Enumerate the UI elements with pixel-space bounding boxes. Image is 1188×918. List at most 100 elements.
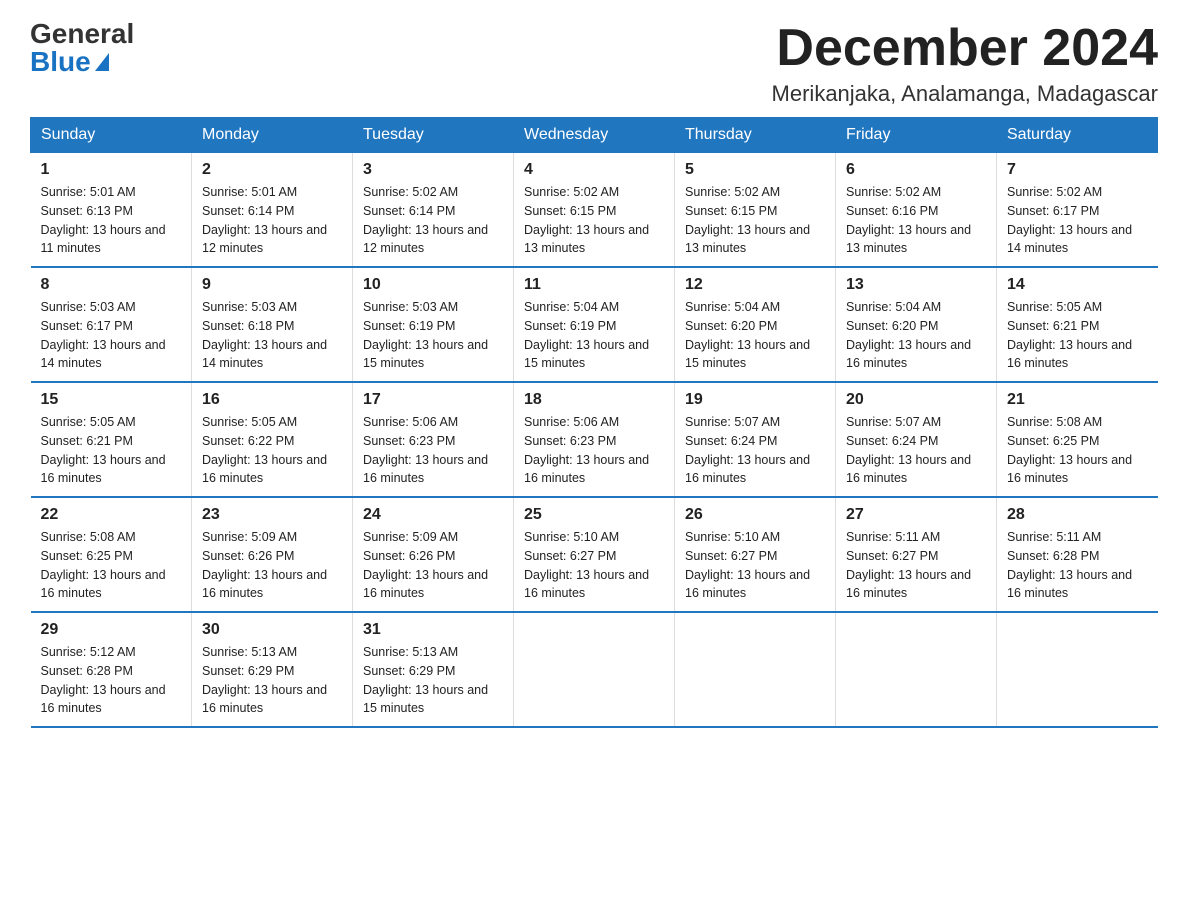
daylight-label: Daylight: 13 hours and 16 minutes (202, 683, 327, 716)
sunset-label: Sunset: 6:15 PM (685, 204, 777, 218)
sunrise-label: Sunrise: 5:02 AM (363, 185, 458, 199)
daylight-label: Daylight: 13 hours and 14 minutes (202, 338, 327, 371)
sunset-label: Sunset: 6:18 PM (202, 319, 294, 333)
sunrise-label: Sunrise: 5:03 AM (202, 300, 297, 314)
sunset-label: Sunset: 6:25 PM (41, 549, 133, 563)
day-number: 3 (363, 161, 503, 179)
week-row-2: 8 Sunrise: 5:03 AM Sunset: 6:17 PM Dayli… (31, 267, 1158, 382)
sunset-label: Sunset: 6:22 PM (202, 434, 294, 448)
sunset-label: Sunset: 6:28 PM (41, 664, 133, 678)
calendar-cell (675, 612, 836, 727)
sunset-label: Sunset: 6:24 PM (685, 434, 777, 448)
day-info: Sunrise: 5:07 AM Sunset: 6:24 PM Dayligh… (685, 413, 825, 488)
sunrise-label: Sunrise: 5:02 AM (685, 185, 780, 199)
day-info: Sunrise: 5:08 AM Sunset: 6:25 PM Dayligh… (1007, 413, 1148, 488)
sunset-label: Sunset: 6:26 PM (202, 549, 294, 563)
calendar-cell (997, 612, 1158, 727)
daylight-label: Daylight: 13 hours and 16 minutes (41, 453, 166, 486)
sunrise-label: Sunrise: 5:09 AM (202, 530, 297, 544)
sunset-label: Sunset: 6:25 PM (1007, 434, 1099, 448)
header-day-thursday: Thursday (675, 118, 836, 153)
daylight-label: Daylight: 13 hours and 16 minutes (524, 453, 649, 486)
calendar-cell: 27 Sunrise: 5:11 AM Sunset: 6:27 PM Dayl… (836, 497, 997, 612)
calendar-cell: 10 Sunrise: 5:03 AM Sunset: 6:19 PM Dayl… (353, 267, 514, 382)
week-row-4: 22 Sunrise: 5:08 AM Sunset: 6:25 PM Dayl… (31, 497, 1158, 612)
calendar-cell: 3 Sunrise: 5:02 AM Sunset: 6:14 PM Dayli… (353, 153, 514, 268)
day-number: 13 (846, 276, 986, 294)
day-info: Sunrise: 5:06 AM Sunset: 6:23 PM Dayligh… (524, 413, 664, 488)
header-day-friday: Friday (836, 118, 997, 153)
sunset-label: Sunset: 6:13 PM (41, 204, 133, 218)
day-info: Sunrise: 5:06 AM Sunset: 6:23 PM Dayligh… (363, 413, 503, 488)
sunrise-label: Sunrise: 5:12 AM (41, 645, 136, 659)
calendar-cell: 14 Sunrise: 5:05 AM Sunset: 6:21 PM Dayl… (997, 267, 1158, 382)
sunrise-label: Sunrise: 5:01 AM (202, 185, 297, 199)
logo: General Blue (30, 20, 134, 76)
calendar-cell (514, 612, 675, 727)
day-number: 4 (524, 161, 664, 179)
day-number: 17 (363, 391, 503, 409)
sunrise-label: Sunrise: 5:05 AM (41, 415, 136, 429)
day-number: 10 (363, 276, 503, 294)
sunrise-label: Sunrise: 5:02 AM (846, 185, 941, 199)
title-block: December 2024 Merikanjaka, Analamanga, M… (772, 20, 1158, 107)
header-day-sunday: Sunday (31, 118, 192, 153)
day-info: Sunrise: 5:03 AM Sunset: 6:19 PM Dayligh… (363, 298, 503, 373)
sunrise-label: Sunrise: 5:04 AM (524, 300, 619, 314)
day-number: 11 (524, 276, 664, 294)
sunrise-label: Sunrise: 5:13 AM (363, 645, 458, 659)
sunrise-label: Sunrise: 5:04 AM (846, 300, 941, 314)
calendar-cell: 19 Sunrise: 5:07 AM Sunset: 6:24 PM Dayl… (675, 382, 836, 497)
daylight-label: Daylight: 13 hours and 16 minutes (1007, 453, 1132, 486)
daylight-label: Daylight: 13 hours and 13 minutes (524, 223, 649, 256)
calendar-cell: 8 Sunrise: 5:03 AM Sunset: 6:17 PM Dayli… (31, 267, 192, 382)
sunset-label: Sunset: 6:29 PM (363, 664, 455, 678)
day-info: Sunrise: 5:03 AM Sunset: 6:17 PM Dayligh… (41, 298, 182, 373)
day-info: Sunrise: 5:02 AM Sunset: 6:15 PM Dayligh… (524, 183, 664, 258)
day-number: 2 (202, 161, 342, 179)
calendar-cell: 30 Sunrise: 5:13 AM Sunset: 6:29 PM Dayl… (192, 612, 353, 727)
day-info: Sunrise: 5:04 AM Sunset: 6:19 PM Dayligh… (524, 298, 664, 373)
week-row-3: 15 Sunrise: 5:05 AM Sunset: 6:21 PM Dayl… (31, 382, 1158, 497)
day-number: 8 (41, 276, 182, 294)
sunset-label: Sunset: 6:19 PM (363, 319, 455, 333)
calendar-cell: 24 Sunrise: 5:09 AM Sunset: 6:26 PM Dayl… (353, 497, 514, 612)
daylight-label: Daylight: 13 hours and 16 minutes (202, 453, 327, 486)
calendar-body: 1 Sunrise: 5:01 AM Sunset: 6:13 PM Dayli… (31, 153, 1158, 728)
sunset-label: Sunset: 6:29 PM (202, 664, 294, 678)
calendar-cell: 31 Sunrise: 5:13 AM Sunset: 6:29 PM Dayl… (353, 612, 514, 727)
day-number: 1 (41, 161, 182, 179)
calendar-cell: 12 Sunrise: 5:04 AM Sunset: 6:20 PM Dayl… (675, 267, 836, 382)
week-row-5: 29 Sunrise: 5:12 AM Sunset: 6:28 PM Dayl… (31, 612, 1158, 727)
day-number: 18 (524, 391, 664, 409)
calendar-cell: 17 Sunrise: 5:06 AM Sunset: 6:23 PM Dayl… (353, 382, 514, 497)
calendar-table: SundayMondayTuesdayWednesdayThursdayFrid… (30, 117, 1158, 728)
calendar-cell: 21 Sunrise: 5:08 AM Sunset: 6:25 PM Dayl… (997, 382, 1158, 497)
day-number: 6 (846, 161, 986, 179)
day-info: Sunrise: 5:02 AM Sunset: 6:15 PM Dayligh… (685, 183, 825, 258)
calendar-cell: 18 Sunrise: 5:06 AM Sunset: 6:23 PM Dayl… (514, 382, 675, 497)
daylight-label: Daylight: 13 hours and 13 minutes (685, 223, 810, 256)
sunrise-label: Sunrise: 5:07 AM (685, 415, 780, 429)
daylight-label: Daylight: 13 hours and 12 minutes (363, 223, 488, 256)
sunrise-label: Sunrise: 5:07 AM (846, 415, 941, 429)
day-info: Sunrise: 5:04 AM Sunset: 6:20 PM Dayligh… (846, 298, 986, 373)
day-number: 27 (846, 506, 986, 524)
day-info: Sunrise: 5:13 AM Sunset: 6:29 PM Dayligh… (363, 643, 503, 718)
daylight-label: Daylight: 13 hours and 16 minutes (363, 568, 488, 601)
daylight-label: Daylight: 13 hours and 16 minutes (685, 568, 810, 601)
day-info: Sunrise: 5:05 AM Sunset: 6:21 PM Dayligh… (1007, 298, 1148, 373)
day-number: 22 (41, 506, 182, 524)
daylight-label: Daylight: 13 hours and 16 minutes (1007, 568, 1132, 601)
sunset-label: Sunset: 6:27 PM (524, 549, 616, 563)
sunrise-label: Sunrise: 5:02 AM (1007, 185, 1102, 199)
daylight-label: Daylight: 13 hours and 12 minutes (202, 223, 327, 256)
day-info: Sunrise: 5:08 AM Sunset: 6:25 PM Dayligh… (41, 528, 182, 603)
sunset-label: Sunset: 6:19 PM (524, 319, 616, 333)
sunset-label: Sunset: 6:20 PM (685, 319, 777, 333)
sunrise-label: Sunrise: 5:11 AM (1007, 530, 1101, 544)
daylight-label: Daylight: 13 hours and 16 minutes (846, 568, 971, 601)
calendar-cell: 22 Sunrise: 5:08 AM Sunset: 6:25 PM Dayl… (31, 497, 192, 612)
sunset-label: Sunset: 6:15 PM (524, 204, 616, 218)
day-number: 12 (685, 276, 825, 294)
